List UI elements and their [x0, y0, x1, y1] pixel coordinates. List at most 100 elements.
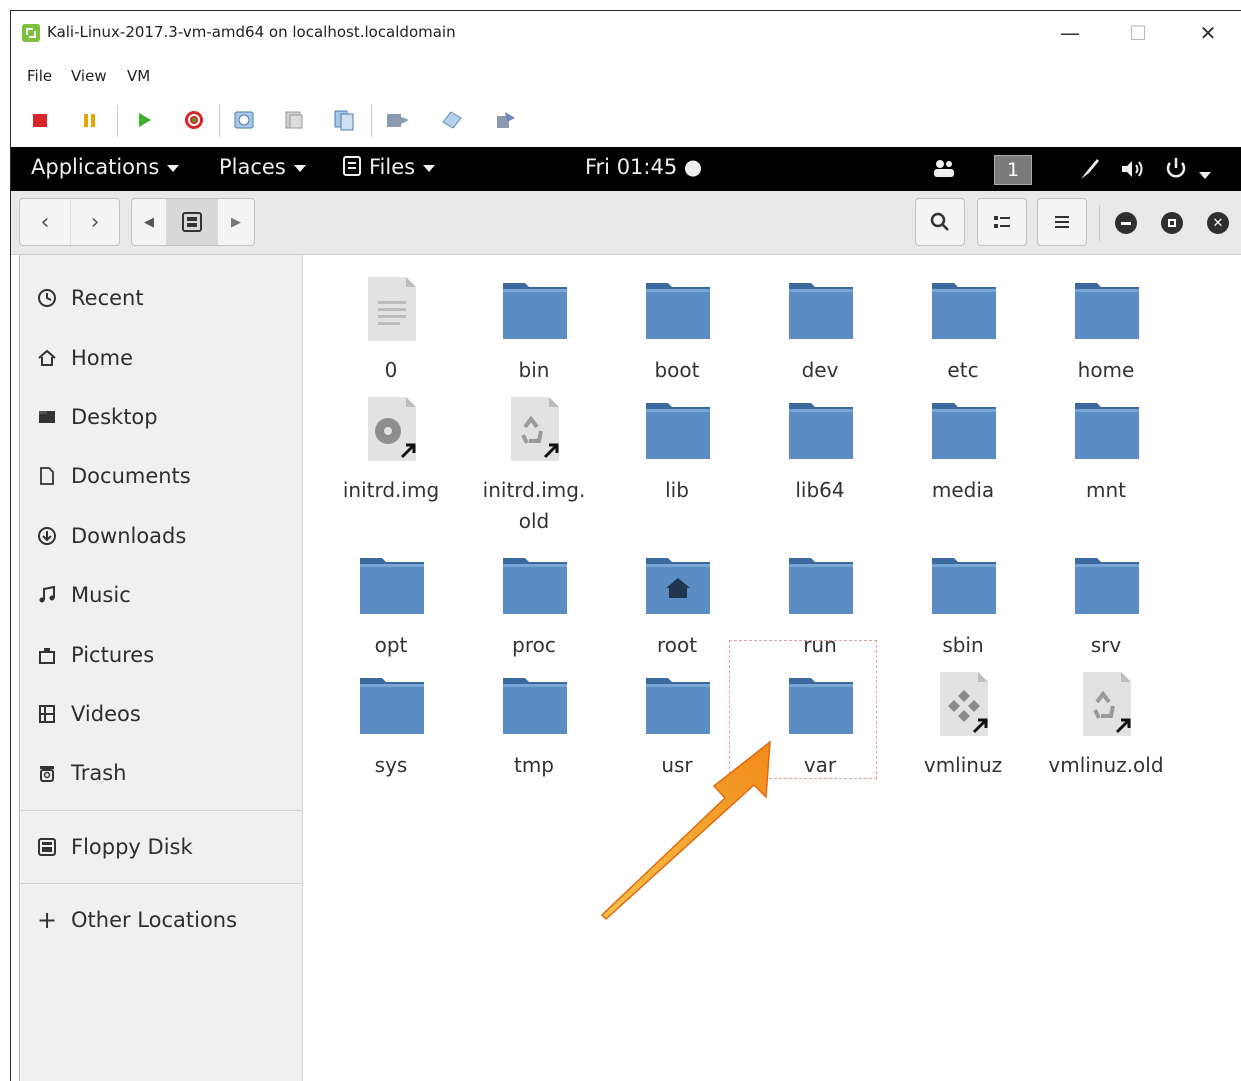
file-item-sys[interactable]: sys [326, 670, 456, 790]
file-item-boot[interactable]: boot [612, 275, 742, 395]
file-item-usr[interactable]: usr [612, 670, 742, 790]
file-item-root[interactable]: root [612, 550, 742, 670]
folder-icon [358, 550, 426, 618]
send-keys-icon[interactable] [383, 105, 413, 135]
files-app-menu[interactable]: Files [343, 155, 436, 179]
tools-icon[interactable] [437, 105, 467, 135]
sidebar-item-videos[interactable]: Videos [20, 689, 302, 739]
manage-snapshots-icon[interactable] [329, 105, 359, 135]
power-menu[interactable] [1163, 155, 1211, 186]
folder-icon [930, 275, 998, 343]
videos-icon [36, 703, 58, 725]
gnome-top-bar: Applications Places Files Fri 01:45 ● 1 [11, 147, 1241, 191]
file-item-home[interactable]: home [1041, 275, 1171, 395]
applications-menu[interactable]: Applications [31, 155, 180, 179]
snapshot-icon[interactable] [229, 105, 259, 135]
file-name-label: media [931, 478, 995, 502]
maximize-button[interactable]: ☐ [1118, 15, 1158, 51]
play-icon[interactable] [129, 105, 159, 135]
file-item-vmlinuz[interactable]: vmlinuz [898, 670, 1028, 790]
video-call-icon[interactable] [931, 157, 957, 184]
files-header-bar: ‹ › ◀ ▶ ✕ [11, 191, 1241, 255]
folder-icon [787, 275, 855, 343]
revert-snapshot-icon[interactable] [279, 105, 309, 135]
workspace-indicator[interactable]: 1 [994, 155, 1032, 185]
path-left-arrow[interactable]: ◀ [132, 199, 166, 245]
folder-icon [644, 275, 712, 343]
sidebar-item-floppy-disk[interactable]: Floppy Disk [20, 822, 302, 872]
sidebar-item-label: Downloads [71, 524, 187, 548]
plus-icon: + [36, 906, 58, 934]
folder-icon [644, 670, 712, 738]
file-name-label: sys [374, 753, 408, 777]
sidebar-item-trash[interactable]: Trash [20, 748, 302, 798]
sidebar-item-label: Home [71, 346, 134, 370]
search-button[interactable] [915, 198, 965, 246]
menu-file[interactable]: File [27, 67, 52, 85]
file-item-tmp[interactable]: tmp [469, 670, 599, 790]
vmware-logo-icon [22, 24, 40, 42]
sidebar-item-documents[interactable]: Documents [20, 451, 302, 501]
menu-button[interactable] [1037, 198, 1087, 246]
text-document-icon [358, 275, 426, 343]
file-item-etc[interactable]: etc [898, 275, 1028, 395]
folder-icon [501, 275, 569, 343]
executable-link-icon [930, 670, 998, 738]
pause-icon[interactable] [75, 105, 105, 135]
minimize-button[interactable]: — [1050, 15, 1090, 51]
close-button[interactable]: ✕ [1188, 15, 1228, 51]
view-toggle-button[interactable] [977, 198, 1027, 246]
file-item-initrd-img-old[interactable]: initrd.img. old [469, 395, 599, 533]
brush-icon[interactable] [1077, 157, 1101, 186]
file-name-label: vmlinuz.old [1048, 753, 1164, 777]
minimize-circle-icon[interactable] [1115, 212, 1137, 234]
folder-icon [787, 395, 855, 463]
file-item-opt[interactable]: opt [326, 550, 456, 670]
sidebar-item-label: Documents [71, 464, 191, 488]
menu-view[interactable]: View [71, 67, 107, 85]
toolbar-divider [117, 105, 118, 137]
path-root-button[interactable] [166, 199, 218, 245]
menu-vm[interactable]: VM [127, 67, 150, 85]
file-item-0[interactable]: 0 [326, 275, 456, 395]
selection-highlight [729, 640, 877, 779]
file-item-mnt[interactable]: mnt [1041, 395, 1171, 515]
sidebar-item-other-locations[interactable]: + Other Locations [20, 895, 302, 945]
folder-icon [501, 550, 569, 618]
file-item-lib[interactable]: lib [612, 395, 742, 515]
file-item-vmlinuz-old[interactable]: vmlinuz.old [1041, 670, 1171, 790]
stop-icon[interactable] [25, 105, 55, 135]
file-item-proc[interactable]: proc [469, 550, 599, 670]
places-sidebar: Recent Home Desktop Documents Downloads … [19, 255, 303, 1081]
sidebar-item-home[interactable]: Home [20, 333, 302, 383]
forward-button[interactable]: › [71, 199, 119, 245]
vm-toolbar [11, 101, 1241, 141]
back-button[interactable]: ‹ [20, 199, 70, 245]
file-item-srv[interactable]: srv [1041, 550, 1171, 670]
file-item-media[interactable]: media [898, 395, 1028, 515]
file-item-initrd-img[interactable]: initrd.img [326, 395, 456, 515]
music-icon [36, 584, 58, 606]
path-right-arrow[interactable]: ▶ [218, 199, 254, 245]
list-view-icon [994, 216, 1010, 228]
sidebar-item-downloads[interactable]: Downloads [20, 511, 302, 561]
places-menu[interactable]: Places [219, 155, 306, 179]
file-item-bin[interactable]: bin [469, 275, 599, 395]
clock[interactable]: Fri 01:45 ● [585, 155, 702, 179]
volume-icon[interactable] [1119, 157, 1147, 186]
sidebar-item-music[interactable]: Music [20, 570, 302, 620]
sidebar-item-pictures[interactable]: Pictures [20, 630, 302, 680]
settings-icon[interactable] [491, 105, 521, 135]
recycle-link-icon [501, 395, 569, 463]
sidebar-item-desktop[interactable]: Desktop [20, 392, 302, 442]
file-item-lib64[interactable]: lib64 [755, 395, 885, 515]
pictures-icon [36, 644, 58, 666]
file-item-sbin[interactable]: sbin [898, 550, 1028, 670]
sidebar-item-recent[interactable]: Recent [20, 273, 302, 323]
file-name-label: boot [654, 358, 700, 382]
file-item-dev[interactable]: dev [755, 275, 885, 395]
reset-icon[interactable] [179, 105, 209, 135]
maximize-circle-icon[interactable] [1161, 212, 1183, 234]
power-icon [1166, 158, 1186, 178]
close-circle-icon[interactable]: ✕ [1207, 212, 1229, 234]
